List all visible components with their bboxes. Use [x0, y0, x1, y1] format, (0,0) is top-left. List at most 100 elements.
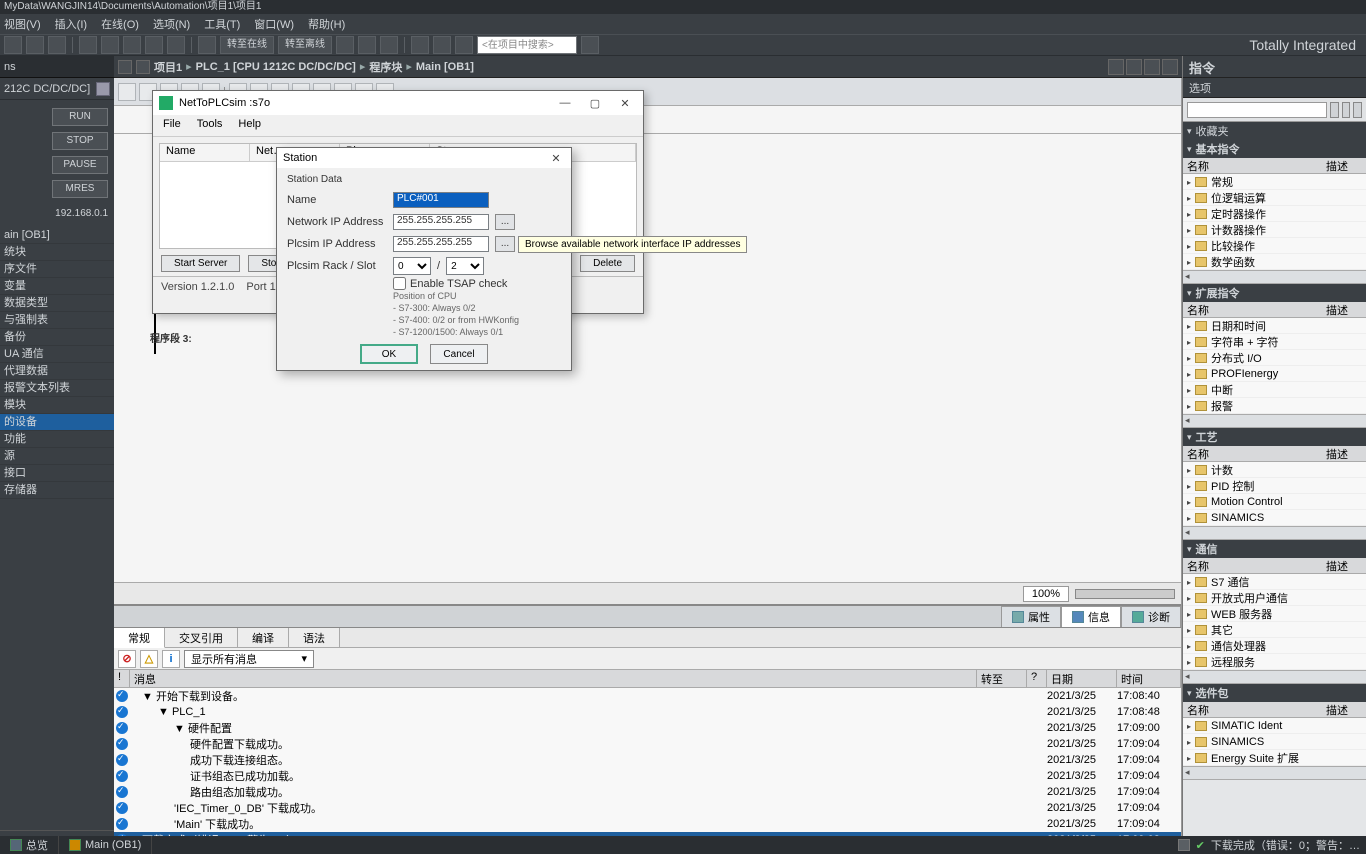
instruction-item[interactable]: 开放式用户通信: [1183, 590, 1366, 606]
search-icon[interactable]: [1330, 102, 1339, 118]
tree-item[interactable]: UA 通信: [0, 346, 114, 363]
menu-options[interactable]: 选项(N): [153, 16, 190, 32]
tree-item[interactable]: 报警文本列表: [0, 380, 114, 397]
tb-icon[interactable]: [79, 36, 97, 54]
instruction-item[interactable]: 常规: [1183, 174, 1366, 190]
tb-icon[interactable]: [48, 36, 66, 54]
subtab-syntax[interactable]: 语法: [289, 628, 340, 647]
instruction-item[interactable]: PROFIenergy: [1183, 366, 1366, 382]
instruction-item[interactable]: SINAMICS: [1183, 510, 1366, 526]
min-icon[interactable]: [1108, 59, 1124, 75]
go-online-button[interactable]: 转至在线: [220, 36, 274, 54]
tree-item[interactable]: 统块: [0, 244, 114, 261]
filter-warn-icon[interactable]: △: [140, 650, 158, 668]
tb-icon[interactable]: [455, 36, 473, 54]
bc-plc[interactable]: PLC_1 [CPU 1212C DC/DC/DC]: [196, 61, 356, 73]
col-name[interactable]: Name: [160, 144, 250, 161]
message-row[interactable]: 硬件配置下载成功。2021/3/2517:09:04: [114, 736, 1181, 752]
message-row[interactable]: ▼ 开始下载到设备。2021/3/2517:08:40: [114, 688, 1181, 704]
tree-item[interactable]: 功能: [0, 431, 114, 448]
message-list[interactable]: ▼ 开始下载到设备。2021/3/2517:08:40▼ PLC_12021/3…: [114, 688, 1181, 854]
close-icon[interactable]: ✕: [547, 152, 565, 165]
max-icon[interactable]: [1126, 59, 1142, 75]
h-scrollbar[interactable]: [1183, 526, 1366, 540]
subtab-crossref[interactable]: 交叉引用: [165, 628, 238, 647]
message-row[interactable]: ▼ 硬件配置2021/3/2517:09:00: [114, 720, 1181, 736]
zoom-slider[interactable]: [1075, 589, 1175, 599]
panel-options[interactable]: 选项: [1183, 78, 1366, 98]
tb-icon[interactable]: [198, 36, 216, 54]
search-go-icon[interactable]: [581, 36, 599, 54]
menu-file[interactable]: File: [163, 118, 181, 133]
instruction-item[interactable]: 计数: [1183, 462, 1366, 478]
menu-window[interactable]: 窗口(W): [254, 16, 294, 32]
tree-item[interactable]: ain [OB1]: [0, 227, 114, 244]
status-tab-main[interactable]: Main (OB1): [59, 836, 152, 854]
project-tree[interactable]: ain [OB1]统块序文件变量数据类型与强制表备份UA 通信代理数据报警文本列…: [0, 227, 114, 830]
close-icon[interactable]: [1162, 59, 1178, 75]
instruction-item[interactable]: SINAMICS: [1183, 734, 1366, 750]
tree-item[interactable]: 接口: [0, 465, 114, 482]
minimize-icon[interactable]: ―: [553, 97, 577, 109]
tree-item[interactable]: 代理数据: [0, 363, 114, 380]
go-offline-button[interactable]: 转至离线: [278, 36, 332, 54]
tb-icon[interactable]: [145, 36, 163, 54]
tree-item[interactable]: 模块: [0, 397, 114, 414]
tree-item[interactable]: 变量: [0, 278, 114, 295]
section-header[interactable]: 工艺: [1183, 428, 1366, 446]
instruction-item[interactable]: S7 通信: [1183, 574, 1366, 590]
menu-help[interactable]: 帮助(H): [308, 16, 345, 32]
message-row[interactable]: 'IEC_Timer_0_DB' 下载成功。2021/3/2517:09:04: [114, 800, 1181, 816]
restore-icon[interactable]: [1144, 59, 1160, 75]
tb-icon[interactable]: [123, 36, 141, 54]
message-filter-select[interactable]: 显示所有消息▾: [184, 650, 314, 668]
ed-icon[interactable]: [118, 83, 136, 101]
slot-select[interactable]: 2: [446, 257, 484, 275]
subtab-compile[interactable]: 编译: [238, 628, 289, 647]
tb-icon[interactable]: [4, 36, 22, 54]
tb-icon[interactable]: [358, 36, 376, 54]
instruction-item[interactable]: 比较操作: [1183, 238, 1366, 254]
instruction-item[interactable]: 分布式 I/O: [1183, 350, 1366, 366]
message-row[interactable]: 证书组态已成功加载。2021/3/2517:09:04: [114, 768, 1181, 784]
bc-main[interactable]: Main [OB1]: [416, 61, 474, 73]
search-opt2-icon[interactable]: [1353, 102, 1362, 118]
menu-tools[interactable]: Tools: [197, 118, 223, 133]
instruction-item[interactable]: 日期和时间: [1183, 318, 1366, 334]
instruction-item[interactable]: 位逻辑运算: [1183, 190, 1366, 206]
instruction-item[interactable]: WEB 服务器: [1183, 606, 1366, 622]
menu-help[interactable]: Help: [238, 118, 261, 133]
tb-icon[interactable]: [336, 36, 354, 54]
browse-network-button[interactable]: ...: [495, 214, 515, 230]
h-scrollbar[interactable]: [1183, 270, 1366, 284]
instruction-item[interactable]: PID 控制: [1183, 478, 1366, 494]
instruction-item[interactable]: 字符串 + 字符: [1183, 334, 1366, 350]
tree-item[interactable]: 与强制表: [0, 312, 114, 329]
menu-insert[interactable]: 插入(I): [55, 16, 87, 32]
section-favorites[interactable]: 收藏夹: [1183, 122, 1366, 140]
delete-button[interactable]: Delete: [580, 255, 635, 272]
filter-error-icon[interactable]: ⊘: [118, 650, 136, 668]
mres-button[interactable]: MRES: [52, 180, 108, 198]
tree-item[interactable]: 备份: [0, 329, 114, 346]
run-button[interactable]: RUN: [52, 108, 108, 126]
zoom-select[interactable]: 100%: [1023, 586, 1069, 602]
tb-icon[interactable]: [380, 36, 398, 54]
plcsim-ip-input[interactable]: 255.255.255.255: [393, 236, 489, 252]
section-header[interactable]: 扩展指令: [1183, 284, 1366, 302]
h-scrollbar[interactable]: [1183, 670, 1366, 684]
window-titlebar[interactable]: NetToPLCsim :s7o ― ▢ ✕: [153, 91, 643, 115]
instruction-item[interactable]: 计数器操作: [1183, 222, 1366, 238]
ok-button[interactable]: OK: [360, 344, 418, 364]
instruction-item[interactable]: Energy Suite 扩展: [1183, 750, 1366, 766]
instruction-item[interactable]: Motion Control: [1183, 494, 1366, 510]
subtab-general[interactable]: 常规: [114, 628, 165, 648]
tree-item[interactable]: 序文件: [0, 261, 114, 278]
bc-project[interactable]: 项目1: [154, 59, 182, 75]
tsap-checkbox[interactable]: [393, 277, 406, 290]
tree-item[interactable]: 的设备: [0, 414, 114, 431]
nav-fwd-icon[interactable]: [136, 60, 150, 74]
h-scrollbar[interactable]: [1183, 766, 1366, 780]
instruction-item[interactable]: 通信处理器: [1183, 638, 1366, 654]
message-row[interactable]: 路由组态加载成功。2021/3/2517:09:04: [114, 784, 1181, 800]
